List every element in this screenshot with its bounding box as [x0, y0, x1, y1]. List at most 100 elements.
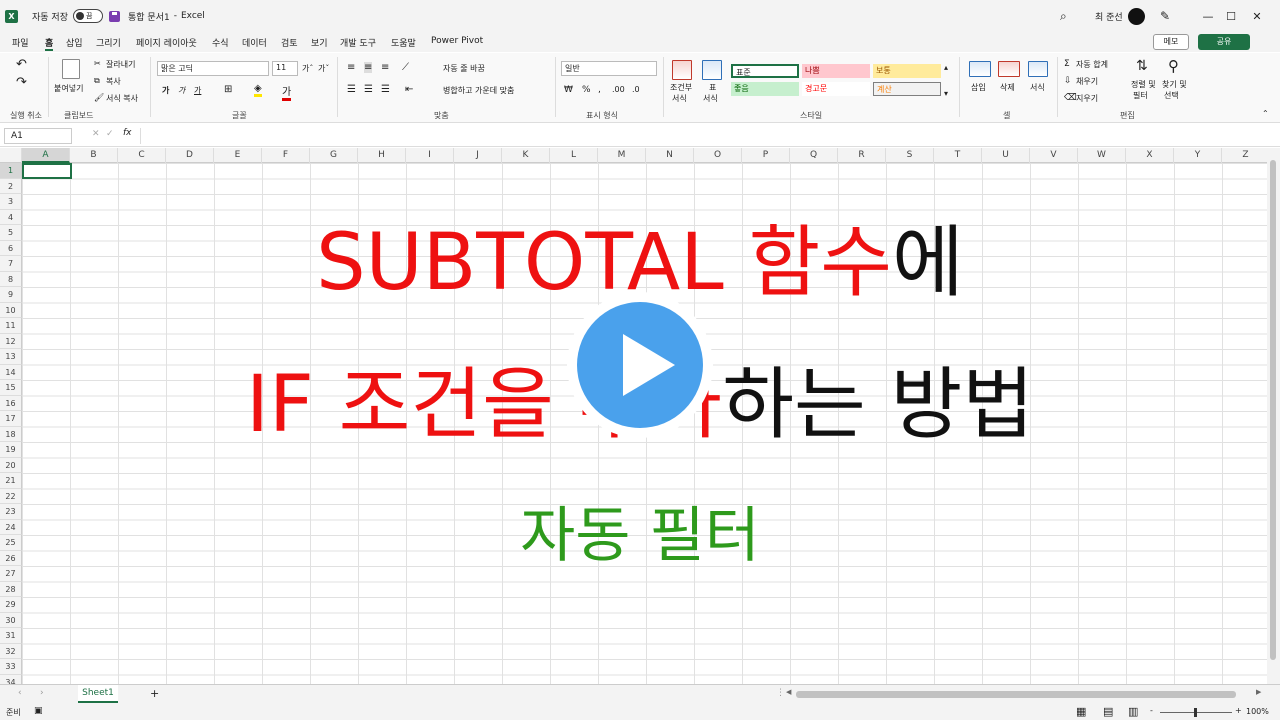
row-header[interactable]: 33	[0, 659, 22, 675]
formula-input[interactable]	[140, 128, 1274, 144]
comma-icon[interactable]: ,	[598, 85, 601, 95]
column-header[interactable]: G	[310, 148, 358, 163]
format-cells-button[interactable]: 서식	[1030, 82, 1045, 93]
row-header[interactable]: 31	[0, 628, 22, 644]
column-header[interactable]: P	[742, 148, 790, 163]
font-name-combo[interactable]: 맑은 고딕	[157, 61, 269, 76]
shrink-font-button[interactable]: 가ˇ	[318, 63, 329, 74]
zoom-out-button[interactable]: -	[1150, 706, 1153, 715]
align-left-icon[interactable]: ☰	[347, 84, 356, 95]
next-sheet-icon[interactable]: ›	[40, 688, 44, 698]
cancel-icon[interactable]: ✕	[92, 129, 100, 139]
horizontal-scroll-thumb[interactable]	[796, 691, 1236, 698]
tab-help[interactable]: 도움말	[391, 36, 416, 49]
scissors-icon[interactable]: ✂	[94, 59, 101, 68]
page-break-view-icon[interactable]: ▥	[1128, 705, 1138, 718]
name-box[interactable]: A1	[4, 128, 72, 144]
orientation-icon[interactable]: ⟋	[402, 62, 409, 73]
column-header[interactable]: V	[1030, 148, 1078, 163]
conditional-format-icon[interactable]	[672, 60, 692, 80]
tab-page-layout[interactable]: 페이지 레이아웃	[136, 36, 197, 49]
add-sheet-button[interactable]: +	[150, 687, 159, 700]
column-header[interactable]: E	[214, 148, 262, 163]
share-button[interactable]: 공유	[1198, 34, 1250, 50]
save-icon[interactable]	[108, 10, 120, 22]
hscroll-left-icon[interactable]: ◀	[786, 688, 791, 696]
row-header[interactable]: 30	[0, 612, 22, 628]
style-good[interactable]: 좋음	[731, 82, 799, 96]
brush-icon[interactable]: 🖌	[94, 93, 104, 102]
insert-cells-button[interactable]: 삽입	[971, 82, 986, 93]
row-header[interactable]: 11	[0, 318, 22, 334]
clear-button[interactable]: 지우기	[1076, 93, 1098, 104]
format-table-button[interactable]: 표	[709, 82, 716, 93]
font-color-icon[interactable]: 가	[282, 83, 292, 101]
column-header[interactable]: O	[694, 148, 742, 163]
active-cell-a1[interactable]	[22, 163, 72, 179]
delete-cells-button[interactable]: 삭제	[1000, 82, 1015, 93]
prev-sheet-icon[interactable]: ‹	[18, 688, 22, 698]
search-icon[interactable]: ⌕	[1060, 0, 1067, 32]
column-header[interactable]: K	[502, 148, 550, 163]
align-right-icon[interactable]: ☰	[381, 84, 390, 95]
italic-button[interactable]: 가	[178, 85, 185, 96]
page-layout-view-icon[interactable]: ▤	[1103, 705, 1113, 718]
eraser-icon[interactable]: ⌫	[1064, 93, 1077, 103]
column-header[interactable]: J	[454, 148, 502, 163]
format-painter-button[interactable]: 서식 복사	[106, 93, 138, 104]
pen-icon[interactable]: ✎	[1160, 0, 1170, 32]
copy-button[interactable]: 복사	[106, 76, 121, 87]
column-header[interactable]: F	[262, 148, 310, 163]
memo-button[interactable]: 메모	[1153, 34, 1189, 50]
insert-cells-icon[interactable]	[969, 61, 991, 77]
column-header[interactable]: T	[934, 148, 982, 163]
autosum-button[interactable]: 자동 합계	[1076, 59, 1108, 70]
column-header[interactable]: W	[1078, 148, 1126, 163]
column-header[interactable]: D	[166, 148, 214, 163]
underline-button[interactable]: 가	[194, 85, 201, 96]
sort-filter-icon[interactable]: ⇅	[1136, 58, 1148, 74]
collapse-ribbon-icon[interactable]: ⌃	[1262, 109, 1269, 118]
grow-font-button[interactable]: 가ˆ	[302, 63, 313, 74]
indent-icon[interactable]: ⇤	[405, 84, 413, 95]
zoom-level[interactable]: 100%	[1246, 707, 1269, 716]
enter-icon[interactable]: ✓	[106, 129, 114, 139]
row-header[interactable]: 21	[0, 473, 22, 489]
conditional-format-button[interactable]: 조건부	[670, 82, 692, 93]
find-select-icon[interactable]: ⚲	[1168, 57, 1179, 75]
bold-button[interactable]: 가	[162, 85, 169, 96]
column-header[interactable]: Q	[790, 148, 838, 163]
play-button[interactable]	[567, 292, 713, 438]
row-header[interactable]: 28	[0, 581, 22, 597]
tab-home[interactable]: 홈	[45, 36, 54, 51]
tab-draw[interactable]: 그리기	[96, 36, 121, 49]
accessibility-icon[interactable]: ▣	[34, 706, 43, 716]
tab-view[interactable]: 보기	[311, 36, 328, 49]
row-header[interactable]: 1	[0, 163, 22, 179]
fill-color-icon[interactable]: ◈	[254, 83, 262, 97]
column-header[interactable]: Y	[1174, 148, 1222, 163]
format-table-icon[interactable]	[702, 60, 722, 80]
cut-button[interactable]: 잘라내기	[106, 59, 135, 70]
style-neutral[interactable]: 보통	[873, 64, 941, 78]
sort-filter-button[interactable]: 정렬 및	[1131, 79, 1156, 90]
decrease-decimal-icon[interactable]: .0	[632, 85, 640, 94]
normal-view-icon[interactable]: ▦	[1076, 705, 1086, 718]
fill-button[interactable]: 채우기	[1076, 76, 1098, 87]
align-bottom-icon[interactable]: ≡	[381, 62, 389, 73]
tab-file[interactable]: 파일	[12, 36, 29, 49]
style-bad[interactable]: 나쁨	[802, 64, 870, 78]
column-header[interactable]: Z	[1222, 148, 1270, 163]
column-header[interactable]: R	[838, 148, 886, 163]
column-header[interactable]: C	[118, 148, 166, 163]
fx-icon[interactable]: fx	[123, 128, 132, 138]
row-header[interactable]: 32	[0, 643, 22, 659]
tab-formulas[interactable]: 수식	[212, 36, 229, 49]
column-header[interactable]: X	[1126, 148, 1174, 163]
row-header[interactable]: 29	[0, 597, 22, 613]
align-middle-icon[interactable]: ≡	[364, 62, 373, 73]
format-cells-icon[interactable]	[1028, 61, 1048, 77]
wrap-text-button[interactable]: 자동 줄 바꿈	[443, 63, 485, 74]
sheet-tab-sheet1[interactable]: Sheet1	[78, 685, 118, 703]
column-header[interactable]: L	[550, 148, 598, 163]
